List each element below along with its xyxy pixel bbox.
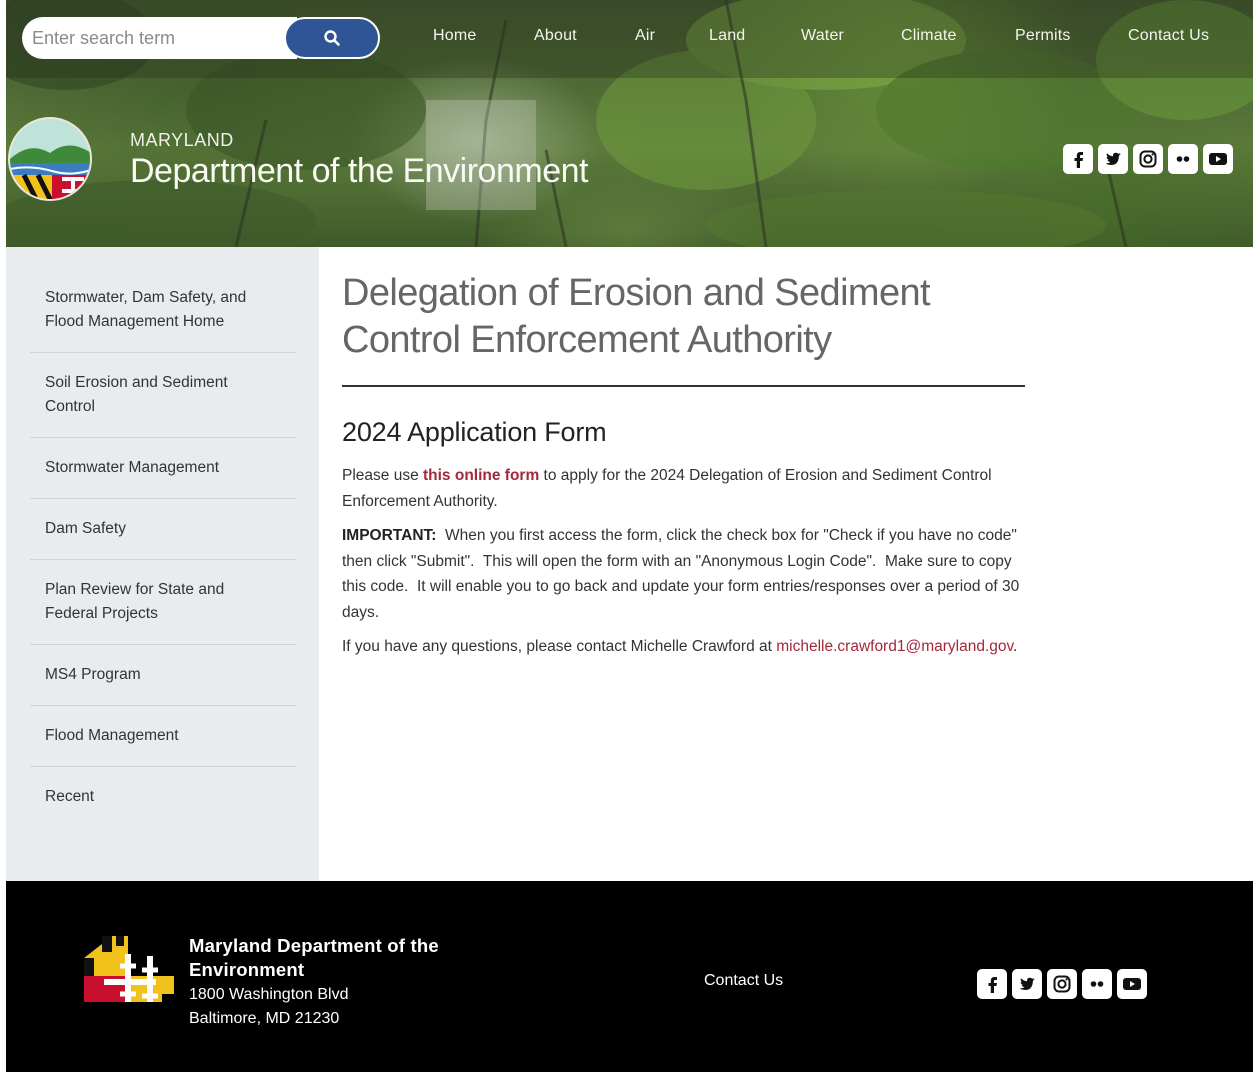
instagram-icon[interactable] [1133,144,1163,174]
footer-org-name: Maryland Department of the Environment [189,934,439,982]
brand-department[interactable]: Department of the Environment [130,152,588,191]
mde-logo[interactable] [8,117,92,201]
sidebar-item-ms4-program[interactable]: MS4 Program [30,645,296,706]
search-bar [22,17,380,59]
search-icon [324,30,340,46]
nav-home[interactable]: Home [433,27,476,45]
header-social-links [1063,144,1233,174]
brand-state: MARYLAND [130,130,234,150]
maryland-flag-logo[interactable] [84,936,174,1002]
main-content: Delegation of Erosion and Sediment Contr… [342,270,1025,660]
nav-contact-us[interactable]: Contact Us [1128,27,1209,45]
sidebar-item-flood-management[interactable]: Flood Management [30,706,296,767]
sidebar-item-stormwater-management[interactable]: Stormwater Management [30,438,296,499]
section-title: 2024 Application Form [342,417,607,447]
contact-email-link[interactable]: michelle.crawford1@maryland.gov [776,638,1013,655]
intro-text-before: Please use [342,467,423,484]
online-form-link[interactable]: this online form [423,467,539,484]
contact-text-after: . [1013,638,1018,655]
title-divider [342,385,1025,387]
flickr-icon[interactable] [1168,144,1198,174]
instagram-icon[interactable] [1047,969,1077,999]
site-header: Home About Air Land Water Climate Permit… [6,0,1253,247]
important-paragraph: IMPORTANT: When you first access the for… [342,523,1025,625]
search-input[interactable] [22,17,297,59]
site-footer: Maryland Department of the Environment 1… [6,881,1253,1072]
youtube-icon[interactable] [1203,144,1233,174]
nav-land[interactable]: Land [709,27,745,45]
sidebar-item-recent[interactable]: Recent [30,767,296,827]
mde-logo-graphic [10,119,90,199]
sidebar-item-plan-review[interactable]: Plan Review for State and Federal Projec… [30,560,296,645]
contact-paragraph: If you have any questions, please contac… [342,634,1025,660]
sidebar: Stormwater, Dam Safety, and Flood Manage… [6,247,319,881]
page-title: Delegation of Erosion and Sediment Contr… [342,272,931,361]
flickr-icon[interactable] [1082,969,1112,999]
twitter-icon[interactable] [1012,969,1042,999]
facebook-icon[interactable] [977,969,1007,999]
footer-address: 1800 Washington Blvd Baltimore, MD 21230 [189,983,349,1031]
footer-org-line1: Maryland Department of the [189,935,439,956]
intro-paragraph: Please use this online form to apply for… [342,463,1025,514]
sidebar-nav: Stormwater, Dam Safety, and Flood Manage… [30,270,296,827]
footer-address-line2: Baltimore, MD 21230 [189,1010,340,1027]
footer-social-links [977,969,1147,999]
sidebar-item-dam-safety[interactable]: Dam Safety [30,499,296,560]
twitter-icon[interactable] [1098,144,1128,174]
search-button[interactable] [284,17,380,59]
nav-climate[interactable]: Climate [901,27,957,45]
important-text: When you first access the form, click th… [342,527,1024,621]
nav-air[interactable]: Air [635,27,655,45]
sidebar-item-soil-erosion[interactable]: Soil Erosion and Sediment Control [30,353,296,438]
footer-contact-link[interactable]: Contact Us [704,972,783,990]
contact-text-before: If you have any questions, please contac… [342,638,777,655]
footer-org-line2: Environment [189,959,305,980]
nav-water[interactable]: Water [801,27,844,45]
nav-about[interactable]: About [534,27,577,45]
sidebar-item-stormwater-dam-flood-home[interactable]: Stormwater, Dam Safety, and Flood Manage… [30,270,296,353]
facebook-icon[interactable] [1063,144,1093,174]
important-label: IMPORTANT: [342,527,437,544]
youtube-icon[interactable] [1117,969,1147,999]
footer-address-line1: 1800 Washington Blvd [189,986,349,1003]
nav-permits[interactable]: Permits [1015,27,1071,45]
